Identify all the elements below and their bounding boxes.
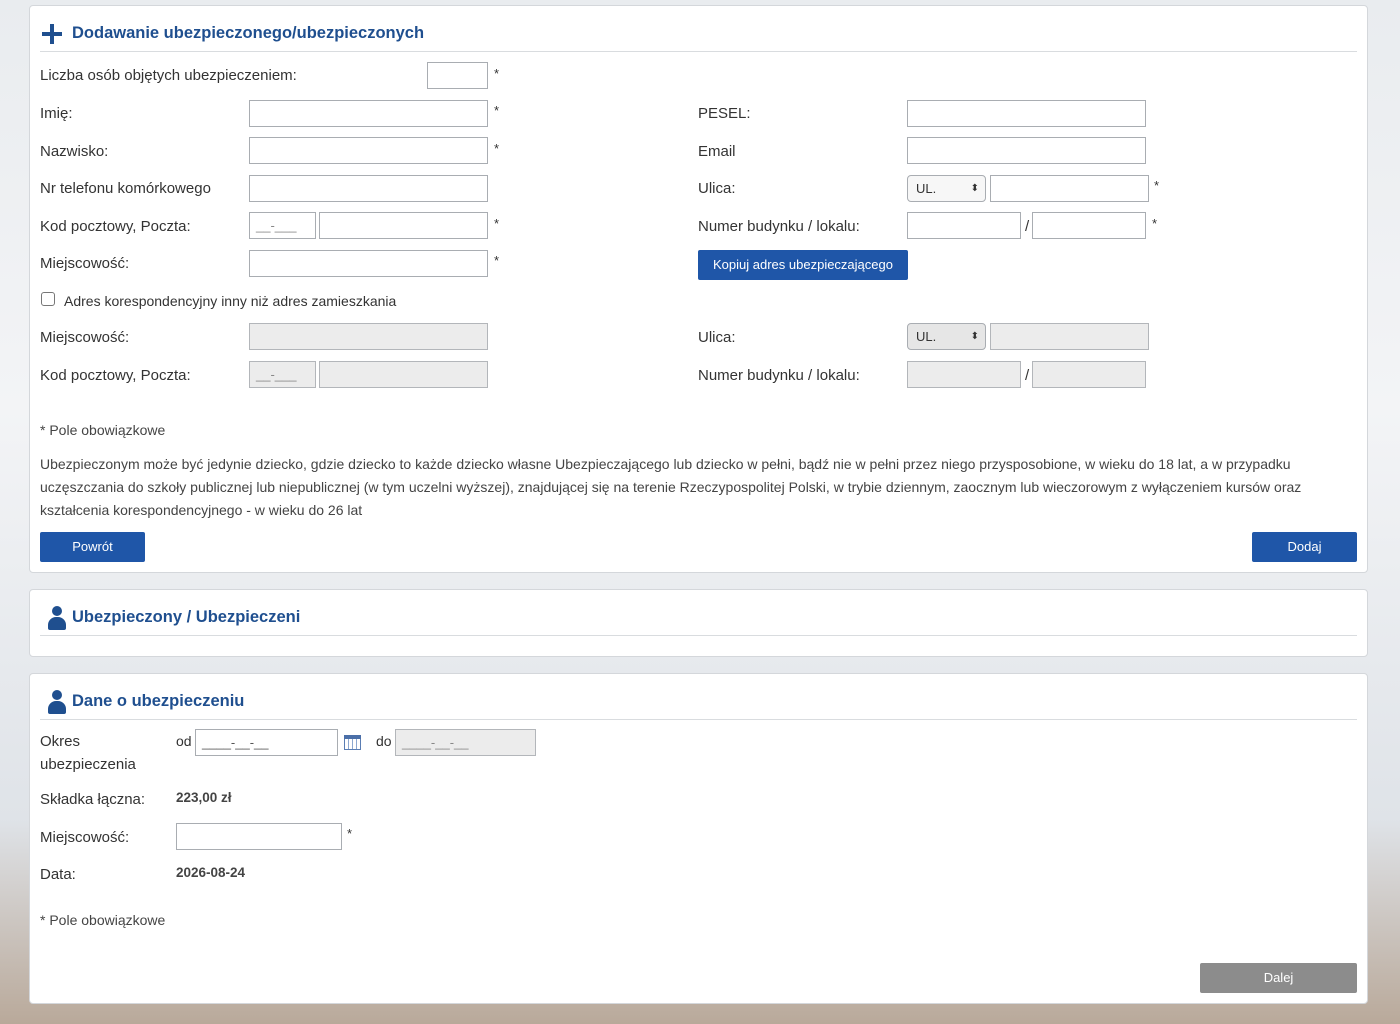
back-button[interactable]: Powrót [40, 532, 145, 562]
insured-list-panel: Ubezpieczony / Ubezpieczeni [29, 589, 1368, 657]
correspondence-checkbox-label: Adres korespondencyjny inny niż adres za… [64, 293, 397, 309]
insured-list-header: Ubezpieczony / Ubezpieczeni [40, 590, 1357, 636]
corr-postal-code-input[interactable]: __-___ [249, 361, 316, 388]
period-label-line1: Okres [40, 733, 81, 750]
building-slash: / [1025, 218, 1030, 235]
city-input[interactable] [249, 250, 488, 277]
select-arrows-icon: ⬍ [970, 331, 979, 342]
required-marker: * [494, 103, 500, 118]
pesel-input[interactable] [907, 100, 1146, 127]
corr-street-label: Ulica: [698, 329, 736, 346]
required-marker: * [494, 253, 500, 268]
street-prefix-value: UL. [916, 181, 937, 196]
last-name-input[interactable] [249, 137, 488, 164]
phone-label: Nr telefonu komórkowego [40, 180, 211, 197]
policy-city-label: Miejscowość: [40, 829, 130, 846]
corr-postal-label: Kod pocztowy, Poczta: [40, 367, 191, 384]
count-label: Liczba osób objętych ubezpieczeniem: [40, 67, 297, 84]
postal-code-input[interactable]: __-___ [249, 212, 316, 239]
person-icon [48, 606, 66, 630]
period-label-line2: ubezpieczenia [40, 756, 136, 773]
corr-building-number-input[interactable] [907, 361, 1021, 388]
postal-label: Kod pocztowy, Poczta: [40, 218, 191, 235]
phone-input[interactable] [249, 175, 488, 202]
add-insured-title: Dodawanie ubezpieczonego/ubezpieczonych [72, 24, 425, 42]
add-button[interactable]: Dodaj [1252, 532, 1357, 562]
eligibility-info: Ubezpieczonym może być jedynie dziecko, … [40, 456, 1302, 518]
from-label: od [176, 733, 192, 749]
insurance-data-title: Dane o ubezpieczeniu [72, 692, 245, 710]
corr-street-prefix-value: UL. [916, 329, 937, 344]
street-input[interactable] [990, 175, 1149, 202]
policy-city-input[interactable] [176, 823, 342, 850]
date-value: 2026-08-24 [176, 865, 246, 880]
required-marker: * [1152, 216, 1158, 231]
required-note: * Pole obowiązkowe [40, 912, 166, 928]
premium-label: Składka łączna: [40, 791, 146, 808]
corr-building-label: Numer budynku / lokalu: [698, 367, 860, 384]
insured-list-title: Ubezpieczony / Ubezpieczeni [72, 608, 301, 626]
building-number-input[interactable] [907, 212, 1021, 239]
building-label: Numer budynku / lokalu: [698, 218, 860, 235]
corr-building-slash: / [1025, 367, 1030, 384]
date-label: Data: [40, 866, 76, 883]
required-marker: * [347, 826, 353, 841]
insurance-data-panel: Dane o ubezpieczeniu Okres ubezpieczenia… [29, 673, 1368, 1004]
required-note: * Pole obowiązkowe [40, 422, 166, 438]
required-marker: * [494, 216, 500, 231]
select-arrows-icon: ⬍ [970, 183, 979, 194]
city-label: Miejscowość: [40, 255, 130, 272]
correspondence-checkbox[interactable] [41, 292, 55, 306]
corr-street-input[interactable] [990, 323, 1149, 350]
period-from-input[interactable]: ____-__-__ [195, 729, 338, 756]
count-input[interactable] [427, 62, 488, 89]
email-label: Email [698, 143, 736, 160]
first-name-input[interactable] [249, 100, 488, 127]
apartment-number-input[interactable] [1032, 212, 1146, 239]
plus-icon [42, 24, 62, 44]
required-marker: * [494, 141, 500, 156]
premium-value: 223,00 zł [176, 790, 232, 805]
corr-apartment-number-input[interactable] [1032, 361, 1146, 388]
add-insured-panel: Dodawanie ubezpieczonego/ubezpieczonych … [29, 5, 1368, 573]
corr-street-prefix-select[interactable]: UL. ⬍ [907, 323, 986, 350]
add-insured-header: Dodawanie ubezpieczonego/ubezpieczonych [40, 6, 1357, 52]
to-label: do [376, 733, 392, 749]
required-marker: * [1154, 178, 1160, 193]
pesel-label: PESEL: [698, 105, 751, 122]
first-name-label: Imię: [40, 105, 73, 122]
corr-city-input[interactable] [249, 323, 488, 350]
post-office-input[interactable] [319, 212, 488, 239]
email-input[interactable] [907, 137, 1146, 164]
person-icon [48, 690, 66, 714]
next-button[interactable]: Dalej [1200, 963, 1357, 993]
calendar-icon[interactable] [344, 735, 361, 750]
corr-city-label: Miejscowość: [40, 329, 130, 346]
corr-post-office-input[interactable] [319, 361, 488, 388]
required-marker: * [494, 66, 500, 81]
last-name-label: Nazwisko: [40, 143, 109, 160]
copy-address-button[interactable]: Kopiuj adres ubezpieczającego [698, 250, 908, 280]
insurance-data-header: Dane o ubezpieczeniu [40, 674, 1357, 720]
period-to-input[interactable]: ____-__-__ [395, 729, 536, 756]
street-prefix-select[interactable]: UL. ⬍ [907, 175, 986, 202]
street-label: Ulica: [698, 180, 736, 197]
